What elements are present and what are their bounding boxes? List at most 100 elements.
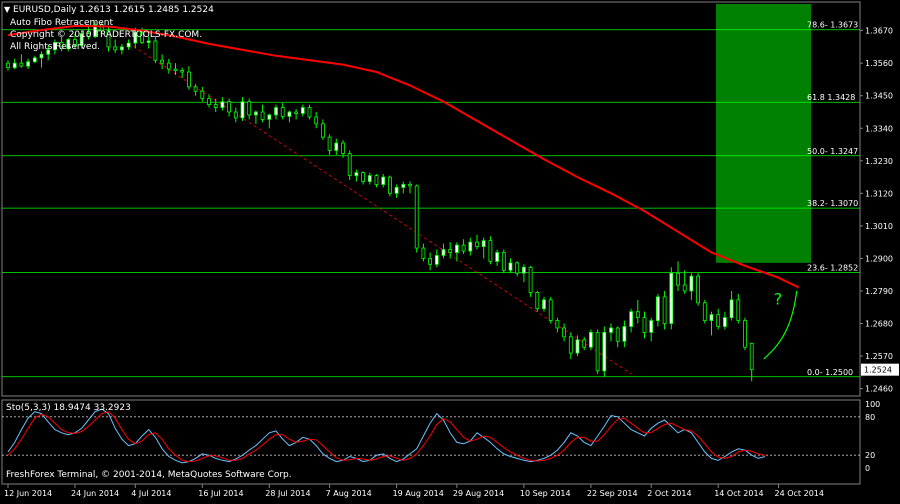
candle-body [374,175,379,185]
stochastic-title: Sto(5,3,3) 18.9474 33.2923 [6,403,131,413]
candle [702,299,707,324]
candle-body [723,317,727,327]
candle-body [729,299,734,319]
candle-body [649,320,654,333]
y-tick-label: 1.3670 [865,27,893,36]
candle-body [428,258,433,265]
candle-body [468,241,473,252]
candle-body [354,172,359,176]
symbol-line: EURUSD,Daily 1.2613 1.2615 1.2485 1.2524 [13,5,214,15]
candle-body [629,311,633,327]
symbol-header: ▼ EURUSD,Daily 1.2613 1.2615 1.2485 1.25… [4,4,214,16]
x-tick-label: 7 Aug 2014 [326,489,372,498]
candle-body [454,244,459,253]
terminal-footer: FreshForex Terminal, © 2001-2014, MetaQu… [6,470,292,480]
projection-label: ? [774,289,783,308]
candle-body [26,61,31,67]
candle [347,150,352,181]
chart-svg: 78.6- 1.3673 61.8 1.3428 50.0- 1.3247 38.2-… [0,0,900,500]
candle-body [434,255,439,265]
fibo-level-label: 38.2- 1.3070 [807,199,858,208]
candle-body [253,111,258,116]
candle-body [528,266,533,293]
x-tick-label: 22 Sep 2014 [587,489,638,498]
candle-body [682,284,687,292]
candle [528,265,533,297]
candle [602,326,607,377]
stochastic-y-tick-label: 0 [865,464,870,473]
y-tick-label: 1.2900 [865,254,893,263]
candle-body [280,107,285,117]
candle-body [173,68,178,71]
y-tick-label: 1.3120 [865,189,893,198]
candle-body [334,142,339,151]
candle-body [642,317,647,333]
candle-body [267,114,272,120]
candle-body [656,296,660,321]
candle [589,329,593,351]
candle-body [709,314,714,321]
candle-body [495,252,500,262]
candle-body [602,331,607,372]
collapse-triangle-icon[interactable]: ▼ [4,5,10,14]
y-tick-label: 1.3560 [865,59,893,68]
candle-body [676,272,680,286]
candle-body [260,111,265,120]
candle-body [247,101,252,116]
candle [414,184,419,253]
candle-body [314,116,319,125]
candle-body [213,104,218,108]
x-tick-label: 4 Jul 2014 [131,489,171,498]
candle-body [669,272,674,324]
current-price-label: 1.2524 [864,366,892,375]
y-tick-label: 1.3340 [865,124,893,133]
candle-body [448,249,453,253]
candle-body [414,185,419,249]
candle-body [207,98,211,105]
y-tick-label: 1.3450 [865,92,893,101]
candle-body [595,331,600,372]
candle-body [361,172,366,182]
candle [669,267,674,330]
x-tick-label: 24 Jun 2014 [71,489,119,498]
x-tick-label: 10 Sep 2014 [520,489,571,498]
candle-body [421,247,426,259]
stochastic-y-tick-label: 80 [865,413,875,422]
copyright-line: Copyright © 2010 TRADERTOOLS-FX.COM. [10,30,203,40]
candle-body [12,62,17,69]
candle-body [320,123,325,138]
candle-body [622,326,627,342]
stochastic-y-tick-label: 20 [865,451,875,460]
candle-body [287,111,292,117]
candle-body [200,90,205,100]
candle [743,317,747,351]
y-tick-label: 1.2680 [865,320,893,329]
candle-body [381,176,386,185]
candle-body [126,42,131,48]
candle-body [562,327,566,338]
candle-body [120,46,124,51]
candle-body [146,40,151,43]
candle-body [294,111,299,114]
candle-body [274,107,278,116]
candle-body [515,262,520,274]
candle-body [615,327,620,342]
x-tick-label: 29 Aug 2014 [453,489,504,498]
fibo-level-label: 50.0- 1.3247 [807,147,858,156]
candle-body [736,299,741,321]
candle-body [300,107,305,114]
x-tick-label: 16 Jul 2014 [198,489,243,498]
candle-body [39,53,44,59]
y-tick-label: 1.2790 [865,287,893,296]
candle [488,236,493,265]
candle-body [367,175,372,182]
y-tick-label: 1.2570 [865,352,893,361]
y-tick-label: 1.2460 [865,385,893,394]
candle [387,175,392,197]
candle [662,290,667,330]
candle-body [408,184,412,187]
candle-body [609,327,613,333]
candle-body [233,111,238,119]
x-tick-label: 2 Oct 2014 [647,489,691,498]
candle [548,296,553,324]
